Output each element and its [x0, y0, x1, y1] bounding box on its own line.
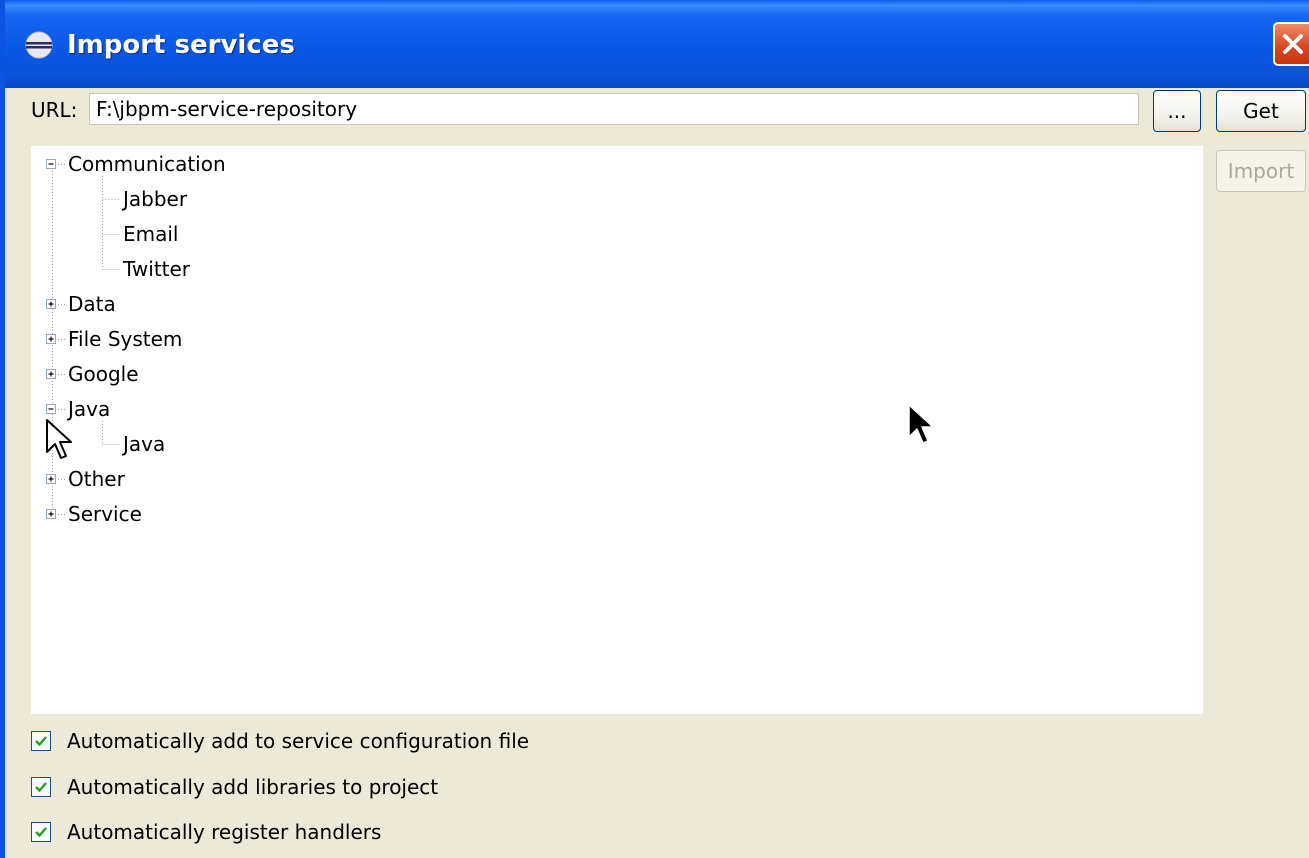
register-handlers-checkbox[interactable] — [31, 822, 51, 842]
register-handlers-label: Automatically register handlers — [67, 820, 382, 844]
collapse-icon[interactable] — [46, 404, 56, 414]
tree-item-email[interactable]: Email — [123, 222, 179, 246]
expand-icon[interactable] — [46, 474, 56, 484]
expand-icon[interactable] — [46, 334, 56, 344]
browse-button[interactable]: ... — [1153, 90, 1201, 132]
title-bar[interactable]: Import services — [5, 0, 1309, 88]
mouse-pointer-icon — [908, 404, 934, 444]
tree-item-java[interactable]: Java — [123, 432, 165, 456]
close-button[interactable] — [1273, 22, 1309, 66]
tree-item-service[interactable]: Service — [68, 502, 142, 526]
add-config-checkbox[interactable] — [31, 731, 51, 751]
tree-item-data[interactable]: Data — [68, 292, 116, 316]
checkmark-icon — [35, 827, 47, 838]
tree-item-other[interactable]: Other — [68, 467, 125, 491]
expand-icon[interactable] — [46, 369, 56, 379]
checkmark-icon — [35, 782, 47, 793]
close-icon — [1283, 34, 1303, 54]
tree-item-file-system[interactable]: File System — [68, 327, 182, 351]
collapse-icon[interactable] — [46, 159, 56, 169]
add-config-label: Automatically add to service configurati… — [67, 729, 530, 753]
tree-item-twitter[interactable]: Twitter — [123, 257, 190, 281]
url-input[interactable]: F:\jbpm-service-repository — [89, 93, 1139, 125]
tree-item-communication[interactable]: Communication — [68, 152, 226, 176]
get-button[interactable]: Get — [1216, 90, 1306, 132]
expand-icon[interactable] — [46, 299, 56, 309]
add-libraries-label: Automatically add libraries to project — [67, 775, 439, 799]
checkmark-icon — [35, 736, 47, 747]
import-button[interactable]: Import — [1216, 150, 1306, 192]
add-libraries-checkbox[interactable] — [31, 777, 51, 797]
tree-item-google[interactable]: Google — [68, 362, 139, 386]
eclipse-icon — [25, 31, 53, 59]
mouse-pointer-icon — [46, 419, 72, 459]
url-label: URL: — [31, 98, 78, 122]
import-services-dialog: Import services URL: F:\jbpm-service-rep… — [0, 0, 1309, 858]
services-tree[interactable]: Communication Jabber Email Twitter Data File … — [31, 146, 1203, 714]
expand-icon[interactable] — [46, 509, 56, 519]
dialog-title: Import services — [67, 30, 295, 60]
tree-item-jabber[interactable]: Jabber — [123, 187, 187, 211]
